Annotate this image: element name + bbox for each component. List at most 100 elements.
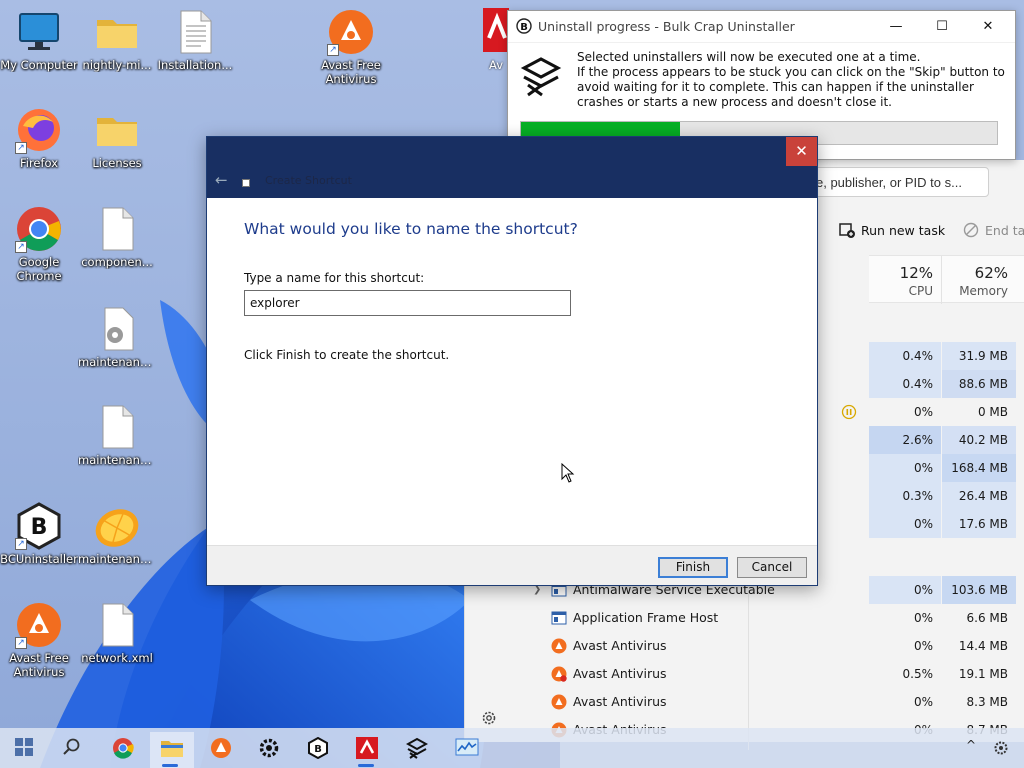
taskbar-file-explorer[interactable] — [150, 732, 194, 768]
message-line-2: If the process appears to be stuck you c… — [577, 65, 1005, 109]
taskbar-avira[interactable] — [346, 732, 386, 768]
cpu-cell: 0% — [913, 405, 933, 419]
memory-cell: 0 MB — [977, 405, 1008, 419]
table-row[interactable]: Application Frame Host 0% 6.6 MB — [465, 604, 1024, 632]
avast-icon — [551, 694, 567, 710]
cpu-cell: 0% — [913, 611, 933, 625]
shortcut-app-icon — [242, 179, 250, 187]
cpu-cell: 0.4% — [869, 370, 941, 398]
cpu-cell: 0% — [913, 695, 933, 709]
settings-file-icon — [93, 305, 141, 353]
desktop-icon-maintenance-3[interactable]: maintenanc... — [78, 502, 156, 566]
close-button[interactable]: ✕ — [786, 137, 817, 166]
message-line-1: Selected uninstallers will now be execut… — [577, 50, 921, 64]
desktop-icon-componen[interactable]: componen... — [78, 205, 156, 269]
shortcut-arrow-icon: ↗ — [15, 637, 27, 649]
process-name: Application Frame Host — [573, 610, 719, 625]
tray-overflow-chevron-icon[interactable]: ^ — [966, 738, 976, 752]
cpu-cell: 2.6% — [869, 426, 941, 454]
memory-cell: 40.2 MB — [942, 426, 1016, 454]
desktop-icon-installation[interactable]: Installation... — [156, 8, 234, 72]
blank-file-icon — [93, 403, 141, 451]
desktop-icon-chrome[interactable]: ↗ Google Chrome — [0, 205, 78, 283]
avast-icon — [551, 666, 567, 682]
desktop-icon-label: Avast Free Antivirus — [321, 58, 381, 86]
taskbar-layers-app[interactable] — [396, 732, 436, 768]
memory-column-header[interactable]: 62% Memory — [942, 256, 1016, 298]
memory-cell: 8.3 MB — [966, 695, 1008, 709]
memory-column-label: Memory — [959, 284, 1008, 298]
shortcut-arrow-icon: ↗ — [327, 44, 339, 56]
mouse-cursor-icon — [561, 463, 575, 483]
cancel-button[interactable]: Cancel — [737, 557, 807, 578]
taskbar-settings[interactable] — [248, 732, 288, 768]
tray-settings-gear-icon[interactable] — [993, 740, 1009, 756]
desktop-icon-bcuninstaller[interactable]: B ↗ BCUninstaller — [0, 502, 78, 566]
bcuninstaller-icon: B — [308, 737, 328, 759]
window-title: Uninstall progress - Bulk Crap Uninstall… — [538, 19, 795, 34]
layers-icon — [520, 57, 562, 97]
shortcut-arrow-icon: ↗ — [15, 241, 27, 253]
start-button[interactable] — [4, 732, 44, 768]
close-button[interactable]: ✕ — [965, 11, 1011, 42]
text-document-icon — [171, 8, 219, 56]
table-row[interactable]: Avast Antivirus 0% 8.3 MB — [465, 688, 1024, 716]
cpu-column-label: CPU — [908, 284, 933, 298]
desktop-icon-maintenance-1[interactable]: maintenanc... — [78, 305, 156, 369]
app-frame-icon — [551, 611, 567, 625]
taskbar-avast[interactable] — [200, 732, 240, 768]
search-icon — [63, 738, 80, 755]
cpu-cell: 0% — [869, 576, 941, 604]
minimize-button[interactable]: — — [873, 11, 919, 42]
finish-button[interactable]: Finish — [658, 557, 728, 578]
taskbar-resource-monitor[interactable] — [445, 732, 485, 768]
desktop-icon-maintenance-2[interactable]: maintenanc... — [78, 403, 156, 467]
svg-text:B: B — [520, 22, 528, 33]
desktop-icon-nightly[interactable]: nightly-mi... — [78, 8, 156, 72]
desktop-icon-label: My Computer — [0, 58, 78, 72]
blank-file-icon — [93, 205, 141, 253]
desktop-icon-label: maintenanc... — [78, 552, 156, 566]
cpu-column-header[interactable]: 12% CPU — [869, 256, 941, 298]
end-task-button[interactable]: End ta — [963, 222, 1024, 238]
desktop-icon-network-xml[interactable]: network.xml — [78, 601, 156, 665]
create-shortcut-dialog: ✕ ← Create Shortcut What would you like … — [206, 136, 818, 586]
cpu-cell: 0% — [913, 639, 933, 653]
desktop-icon-my-computer[interactable]: My Computer — [0, 8, 78, 72]
blank-file-icon — [93, 601, 141, 649]
run-new-task-button[interactable]: Run new task — [839, 222, 945, 238]
shortcut-arrow-icon: ↗ — [15, 142, 27, 154]
resource-monitor-icon — [455, 738, 479, 756]
maximize-button[interactable]: ☐ — [919, 11, 965, 42]
table-row[interactable]: Avast Antivirus 0% 14.4 MB — [465, 632, 1024, 660]
windows-logo-icon — [15, 738, 33, 756]
back-arrow-icon[interactable]: ← — [215, 171, 228, 189]
table-row[interactable]: Avast Antivirus 0.5% 19.1 MB — [465, 660, 1024, 688]
dialog-header[interactable]: ✕ ← Create Shortcut — [207, 137, 817, 198]
desktop-icon-avast-top[interactable]: ↗ Avast Free Antivirus — [312, 8, 390, 86]
svg-text:B: B — [314, 744, 322, 755]
process-name: Avast Antivirus — [573, 666, 667, 681]
desktop-icon-label: Installation... — [157, 58, 233, 72]
process-search-input[interactable] — [807, 167, 989, 197]
memory-cell: 103.6 MB — [942, 576, 1016, 604]
desktop-icon-firefox[interactable]: ↗ Firefox — [0, 106, 78, 170]
shortcut-name-input[interactable] — [244, 290, 571, 316]
desktop-icon-label: maintenanc... — [78, 453, 156, 467]
title-bar[interactable]: B Uninstall progress - Bulk Crap Uninsta… — [508, 11, 1015, 43]
search-button[interactable] — [52, 732, 92, 768]
desktop-icon-licenses[interactable]: Licenses — [78, 106, 156, 170]
avira-icon — [356, 737, 378, 759]
chrome-icon — [113, 738, 134, 759]
settings-gear-icon[interactable] — [481, 710, 497, 726]
progress-message: Selected uninstallers will now be execut… — [577, 50, 1007, 110]
desktop-icon-avast-bottom[interactable]: ↗ Avast Free Antivirus — [0, 601, 78, 679]
desktop-icon-label: Google Chrome — [16, 255, 62, 283]
desktop-icon-avira-partial[interactable]: Av — [483, 8, 509, 72]
shortcut-name-label: Type a name for this shortcut: — [244, 271, 425, 285]
svg-text:B: B — [31, 515, 48, 540]
paused-status-icon — [841, 404, 857, 420]
taskbar-chrome[interactable] — [102, 732, 142, 768]
memory-cell: 19.1 MB — [958, 667, 1008, 681]
taskbar-bcuninstaller[interactable]: B — [297, 732, 337, 768]
